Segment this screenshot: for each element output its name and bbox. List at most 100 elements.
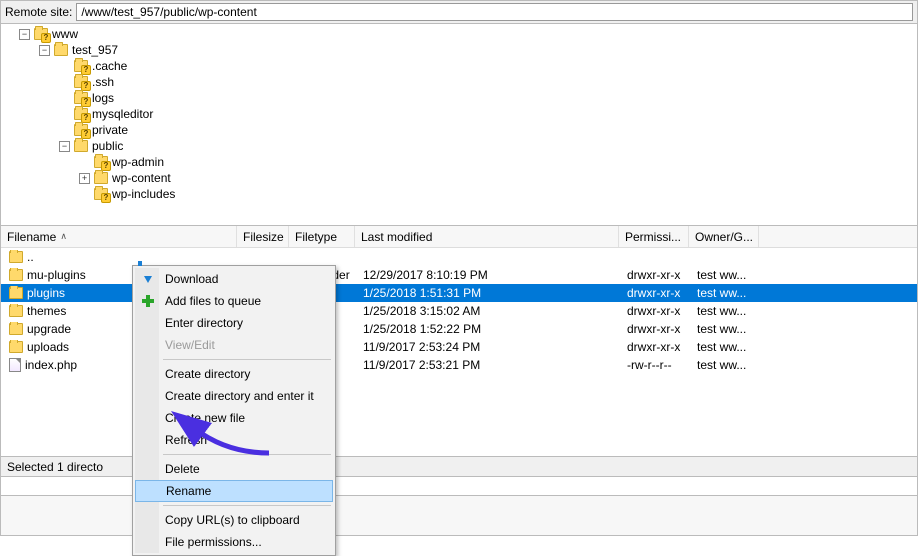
filename: upgrade xyxy=(27,322,71,336)
folder-icon: ? xyxy=(74,108,88,120)
menu-label: Rename xyxy=(166,484,211,498)
unknown-badge-icon: ? xyxy=(41,33,51,43)
remote-site-path-input[interactable] xyxy=(76,3,913,21)
menu-create-new-file[interactable]: Create new file xyxy=(135,407,333,429)
filename: uploads xyxy=(27,340,69,354)
folder-icon xyxy=(9,251,23,263)
add-icon xyxy=(140,293,156,309)
tree-item-wp-admin[interactable]: ?wp-admin xyxy=(19,154,917,170)
folder-icon: ? xyxy=(94,188,108,200)
folder-icon xyxy=(94,172,108,184)
col-owner[interactable]: Owner/G... xyxy=(689,226,759,247)
menu-enter-directory[interactable]: Enter directory xyxy=(135,312,333,334)
menu-rename[interactable]: Rename xyxy=(135,480,333,502)
tree-label: private xyxy=(92,123,128,137)
col-filesize[interactable]: Filesize xyxy=(237,226,289,247)
folder-icon xyxy=(9,323,23,335)
folder-icon: ? xyxy=(74,76,88,88)
tree-toggle-icon[interactable]: − xyxy=(19,29,30,40)
menu-download[interactable]: Download xyxy=(135,268,333,290)
filename: index.php xyxy=(25,358,77,372)
menu-add-files-to-queue[interactable]: Add files to queue xyxy=(135,290,333,312)
download-icon xyxy=(140,271,156,287)
menu-separator xyxy=(163,505,331,506)
tree-label: wp-content xyxy=(112,171,171,185)
file-modified: 11/9/2017 2:53:21 PM xyxy=(359,358,623,372)
menu-delete[interactable]: Delete xyxy=(135,458,333,480)
tree-toggle-icon[interactable]: + xyxy=(79,173,90,184)
file-owner: test ww... xyxy=(693,358,763,372)
folder-icon xyxy=(9,287,23,299)
tree-label: www xyxy=(52,27,78,41)
file-permissions: drwxr-xr-x xyxy=(623,340,693,354)
unknown-badge-icon: ? xyxy=(101,193,111,203)
tree-label: wp-admin xyxy=(112,155,164,169)
filename: mu-plugins xyxy=(27,268,86,282)
folder-icon xyxy=(74,140,88,152)
remote-tree[interactable]: −?www−test_957?.cache?.ssh?logs?mysqledi… xyxy=(0,24,918,226)
tree-item-wp-includes[interactable]: ?wp-includes xyxy=(19,186,917,202)
file-list: Filename∧ Filesize Filetype Last modifie… xyxy=(0,226,918,457)
tree-label: test_957 xyxy=(72,43,118,57)
tree-item-wp-content[interactable]: + wp-content xyxy=(19,170,917,186)
menu-label: Copy URL(s) to clipboard xyxy=(165,513,300,527)
menu-label: View/Edit xyxy=(165,338,215,352)
tree-item-private[interactable]: ? private xyxy=(19,122,917,138)
file-permissions: drwxr-xr-x xyxy=(623,268,693,282)
file-permissions: drwxr-xr-x xyxy=(623,322,693,336)
file-owner: test ww... xyxy=(693,286,763,300)
menu-view-edit: View/Edit xyxy=(135,334,333,356)
tree-item-mysqleditor[interactable]: ? mysqleditor xyxy=(19,106,917,122)
menu-label: Refresh xyxy=(165,433,207,447)
menu-label: Create new file xyxy=(165,411,245,425)
col-filename[interactable]: Filename∧ xyxy=(1,226,237,247)
file-permissions: drwxr-xr-x xyxy=(623,304,693,318)
folder-icon: ? xyxy=(34,28,48,40)
tree-label: mysqleditor xyxy=(92,107,153,121)
filename: plugins xyxy=(27,286,65,300)
col-permissions[interactable]: Permissi... xyxy=(619,226,689,247)
tree-toggle-icon[interactable]: − xyxy=(59,141,70,152)
menu-label: Download xyxy=(165,272,218,286)
menu-separator xyxy=(163,454,331,455)
menu-create-directory[interactable]: Create directory xyxy=(135,363,333,385)
list-header: Filename∧ Filesize Filetype Last modifie… xyxy=(1,226,917,248)
col-filetype[interactable]: Filetype xyxy=(289,226,355,247)
tree-item-.ssh[interactable]: ?.ssh xyxy=(19,74,917,90)
file-permissions: drwxr-xr-x xyxy=(623,286,693,300)
folder-icon xyxy=(9,341,23,353)
folder-icon xyxy=(9,305,23,317)
tree-item-www[interactable]: −?www xyxy=(19,26,917,42)
tree-item-logs[interactable]: ? logs xyxy=(19,90,917,106)
folder-icon: ? xyxy=(74,60,88,72)
menu-label: Enter directory xyxy=(165,316,243,330)
tree-item-test_957[interactable]: − test_957 xyxy=(19,42,917,58)
file-permissions: -rw-r--r-- xyxy=(623,358,693,372)
tree-item-.cache[interactable]: ?.cache xyxy=(19,58,917,74)
tree-label: logs xyxy=(92,91,114,105)
menu-file-permissions[interactable]: File permissions... xyxy=(135,531,333,553)
file-owner: test ww... xyxy=(693,304,763,318)
remote-site-bar: Remote site: xyxy=(0,0,918,24)
menu-separator xyxy=(163,359,331,360)
context-menu: Download Add files to queue Enter director… xyxy=(132,265,336,556)
folder-icon: ? xyxy=(74,124,88,136)
filename: themes xyxy=(27,304,66,318)
folder-icon xyxy=(54,44,68,56)
file-owner: test ww... xyxy=(693,340,763,354)
menu-create-directory-and-enter-it[interactable]: Create directory and enter it xyxy=(135,385,333,407)
col-modified[interactable]: Last modified xyxy=(355,226,619,247)
menu-copy-url-s-to-clipboard[interactable]: Copy URL(s) to clipboard xyxy=(135,509,333,531)
menu-label: Create directory and enter it xyxy=(165,389,314,403)
tree-toggle-icon[interactable]: − xyxy=(39,45,50,56)
remote-site-label: Remote site: xyxy=(5,5,72,19)
menu-label: Delete xyxy=(165,462,200,476)
file-modified: 11/9/2017 2:53:24 PM xyxy=(359,340,623,354)
file-modified: 1/25/2018 1:51:31 PM xyxy=(359,286,623,300)
file-modified: 1/25/2018 1:52:22 PM xyxy=(359,322,623,336)
folder-icon: ? xyxy=(74,92,88,104)
sort-asc-icon: ∧ xyxy=(60,231,67,242)
tree-item-public[interactable]: −public xyxy=(19,138,917,154)
tree-label: wp-includes xyxy=(112,187,175,201)
menu-refresh[interactable]: Refresh xyxy=(135,429,333,451)
